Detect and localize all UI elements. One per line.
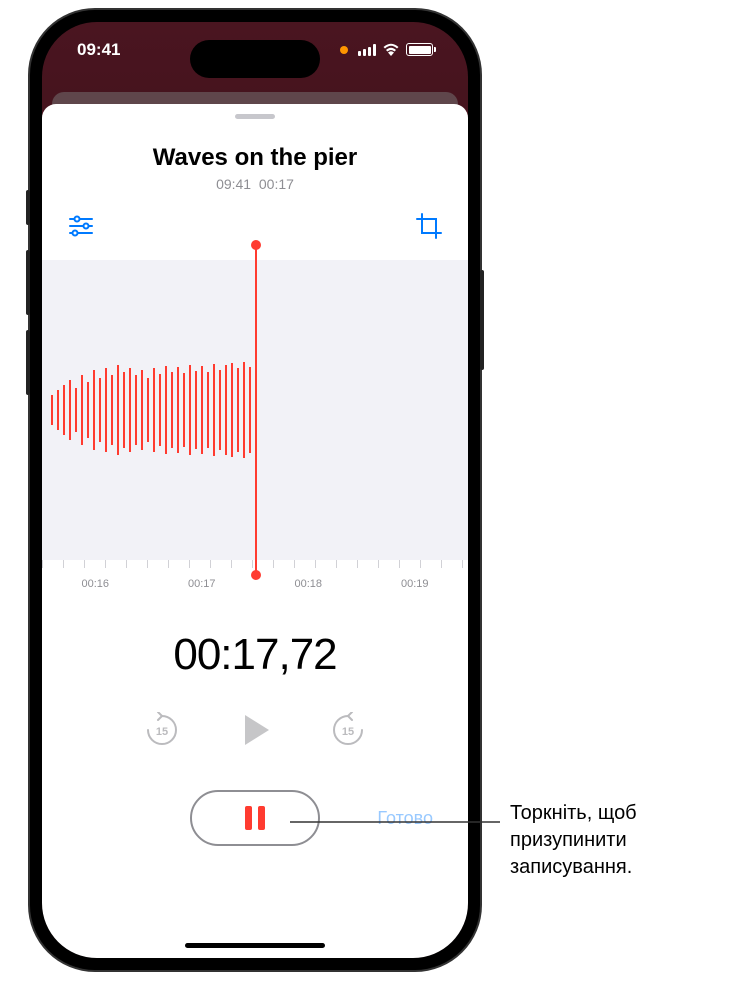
battery-icon: [406, 43, 433, 56]
wifi-icon: [382, 43, 400, 56]
ruler-tick: 00:18: [294, 578, 322, 590]
dynamic-island: [190, 40, 320, 78]
svg-text:15: 15: [342, 726, 354, 738]
pause-icon: [245, 806, 265, 830]
elapsed-timer: 00:17,72: [42, 630, 468, 680]
recording-indicator-dot: [340, 46, 348, 54]
bottom-controls: Готово: [42, 790, 468, 846]
skip-back-15-icon[interactable]: 15: [144, 712, 180, 748]
time-ruler: 00:16 00:17 00:18 00:19: [42, 560, 468, 595]
side-button: [26, 190, 30, 225]
ruler-tick: 00:17: [188, 578, 216, 590]
ruler-tick: 00:19: [401, 578, 429, 590]
settings-sliders-icon[interactable]: [67, 212, 95, 240]
side-button: [26, 250, 30, 315]
callout-text: Торкніть, щоб призупинити записування.: [510, 800, 710, 881]
recording-sheet: Waves on the pier 09:41 00:17: [42, 104, 468, 958]
crop-icon[interactable]: [415, 212, 443, 240]
skip-forward-15-icon[interactable]: 15: [330, 712, 366, 748]
waveform-area[interactable]: [42, 260, 468, 560]
status-time: 09:41: [77, 40, 120, 60]
recording-meta: 09:41 00:17: [42, 176, 468, 192]
home-indicator[interactable]: [185, 943, 325, 948]
side-button: [480, 270, 484, 370]
screen: 09:41 Waves on the pier 09:41: [42, 22, 468, 958]
phone-frame: 09:41 Waves on the pier 09:41: [30, 10, 480, 970]
recording-title[interactable]: Waves on the pier: [42, 144, 468, 172]
pause-button[interactable]: [190, 790, 320, 846]
svg-text:15: 15: [156, 726, 168, 738]
done-button[interactable]: Готово: [377, 808, 433, 829]
play-icon[interactable]: [235, 710, 275, 750]
cellular-icon: [358, 44, 376, 56]
playback-controls: 15 15: [42, 710, 468, 750]
ruler-tick: 00:16: [81, 578, 109, 590]
sheet-grabber[interactable]: [235, 114, 275, 119]
playhead[interactable]: [255, 245, 257, 575]
status-indicators: [340, 43, 433, 56]
side-button: [26, 330, 30, 395]
